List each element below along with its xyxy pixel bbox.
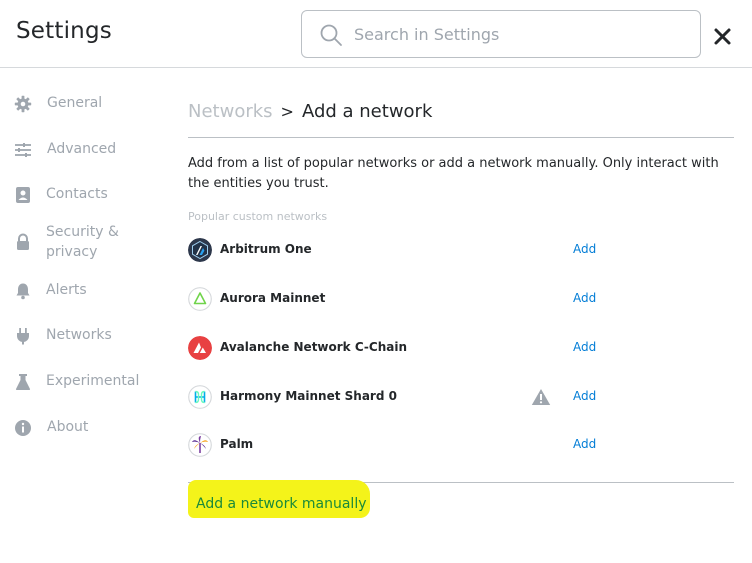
add-network-manually-link[interactable]: Add a network manually xyxy=(196,496,367,512)
harmony-logo-icon xyxy=(188,385,212,409)
palm-logo-icon xyxy=(188,433,212,457)
close-icon[interactable] xyxy=(710,24,736,50)
flask-icon xyxy=(14,373,32,391)
sidebar-item-advanced[interactable]: Advanced xyxy=(0,138,160,160)
breadcrumb: Networks > Add a network xyxy=(188,101,432,122)
avalanche-logo-icon xyxy=(188,336,212,360)
sidebar-item-label: Experimental xyxy=(46,373,140,389)
sidebar-item-label: General xyxy=(47,95,103,111)
search-icon xyxy=(319,23,343,47)
sidebar-item-alerts[interactable]: Alerts xyxy=(0,279,160,301)
sidebar-item-networks[interactable]: Networks xyxy=(0,324,160,346)
sidebar-item-about[interactable]: About xyxy=(0,416,160,438)
network-name: Harmony Mainnet Shard 0 xyxy=(220,389,397,403)
network-name: Aurora Mainnet xyxy=(220,291,326,305)
breadcrumb-separator: > xyxy=(280,102,294,121)
settings-header: Settings xyxy=(0,0,752,68)
gear-icon xyxy=(14,95,32,113)
aurora-logo-icon xyxy=(188,287,212,311)
sidebar-item-label: Advanced xyxy=(47,141,117,157)
network-row-harmony: Harmony Mainnet Shard 0 Add xyxy=(188,385,734,411)
sidebar-item-label-line2: privacy xyxy=(46,244,98,260)
search-input[interactable] xyxy=(354,21,684,47)
sidebar-item-label: Security & xyxy=(46,224,119,240)
network-row-aurora: Aurora Mainnet Add xyxy=(188,287,734,313)
network-row-arbitrum: Arbitrum One Add xyxy=(188,238,734,264)
contact-book-icon xyxy=(14,186,32,204)
bell-icon xyxy=(14,282,32,300)
breadcrumb-networks-link[interactable]: Networks xyxy=(188,101,273,122)
section-label: Popular custom networks xyxy=(188,210,328,223)
add-network-button[interactable]: Add xyxy=(573,340,596,354)
sidebar-item-label: Contacts xyxy=(46,186,108,202)
network-row-avalanche: Avalanche Network C-Chain Add xyxy=(188,336,734,362)
sidebar-item-label: About xyxy=(47,419,89,435)
page-description: Add from a list of popular networks or a… xyxy=(188,156,719,191)
info-icon xyxy=(14,419,32,437)
sidebar-item-label: Alerts xyxy=(46,282,87,298)
arbitrum-logo-icon xyxy=(188,238,212,262)
sidebar-item-security-privacy[interactable]: Security & privacy xyxy=(0,220,160,264)
sidebar-item-experimental[interactable]: Experimental xyxy=(0,370,160,392)
sidebar-item-general[interactable]: General xyxy=(0,92,160,114)
network-name: Avalanche Network C-Chain xyxy=(220,340,407,354)
search-box[interactable] xyxy=(301,10,701,58)
network-row-palm: Palm Add xyxy=(188,433,734,459)
breadcrumb-current: Add a network xyxy=(301,101,433,122)
add-network-button[interactable]: Add xyxy=(573,437,596,451)
sidebar-item-contacts[interactable]: Contacts xyxy=(0,183,160,205)
add-network-button[interactable]: Add xyxy=(573,291,596,305)
page-title: Settings xyxy=(16,18,112,44)
plug-icon xyxy=(14,327,32,345)
network-name: Arbitrum One xyxy=(220,242,312,256)
header-divider xyxy=(188,137,734,138)
add-network-button[interactable]: Add xyxy=(573,242,596,256)
warning-icon[interactable] xyxy=(531,388,551,406)
sidebar-item-label: Networks xyxy=(46,327,112,343)
sliders-icon xyxy=(14,141,32,159)
network-name: Palm xyxy=(220,437,254,451)
settings-sidebar: General Advanced Contacts Security & pri… xyxy=(0,68,160,563)
lock-icon xyxy=(14,233,32,251)
add-network-button[interactable]: Add xyxy=(573,389,596,403)
